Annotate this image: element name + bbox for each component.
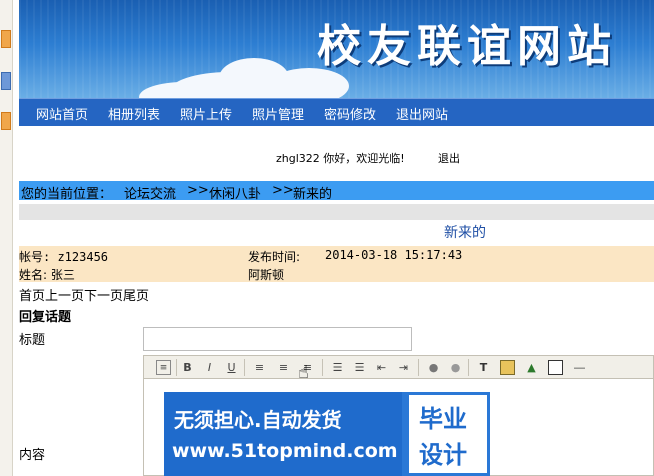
reply-title-input[interactable] [143, 327, 412, 351]
account-label: 帐号: z123456 [19, 250, 109, 264]
align-left-icon[interactable]: ≡ [252, 360, 267, 375]
unordered-list-icon[interactable]: ☰ [352, 360, 367, 375]
nav-home[interactable]: 网站首页 [36, 104, 88, 123]
badge-text: 毕业 [419, 405, 467, 433]
reply-heading: 回复话题 [19, 310, 72, 325]
breadcrumb-board[interactable]: 休闲八卦 [209, 183, 261, 202]
breadcrumb-forum[interactable]: 论坛交流 [124, 183, 176, 202]
italic-icon[interactable]: I [202, 360, 217, 375]
editor-toolbar: ≡ B I U ≡ ≡ ≡ ☰ ☰ ⇤ ⇥ ● ● T ▲ ― [143, 355, 654, 379]
breadcrumb-topic[interactable]: 新来的 [293, 183, 332, 202]
unlink-icon[interactable]: ● [448, 360, 463, 375]
post-info-row: 帐号: z123456 发布时间: 2014-03-18 15:17:43 [19, 246, 654, 264]
source-icon[interactable]: ≡ [156, 360, 171, 375]
breadcrumb-prefix: 您的当前位置： [21, 187, 113, 202]
nav-albums[interactable]: 相册列表 [108, 104, 160, 123]
breadcrumb: 您的当前位置： 论坛交流 >> 休闲八卦 >> 新来的 [19, 181, 654, 202]
nav-password[interactable]: 密码修改 [324, 104, 376, 123]
post-content-preview: 阿斯顿 [248, 268, 285, 282]
content-label: 内容 [19, 448, 46, 463]
flash-icon[interactable]: ▲ [524, 360, 539, 375]
pager[interactable]: 首页上一页下一页尾页 [19, 285, 149, 304]
ordered-list-icon[interactable]: ☰ [330, 360, 345, 375]
post-title: 新来的 [444, 225, 486, 241]
side-tab[interactable] [1, 30, 11, 48]
watermark-line1: 无须担心.自动发货 [174, 408, 342, 432]
watermark-line2: www.51topmind.com [172, 440, 398, 462]
nav-upload[interactable]: 照片上传 [180, 104, 232, 123]
time-value: 2014-03-18 15:17:43 [325, 248, 463, 262]
image-icon[interactable] [500, 360, 515, 375]
badge-text: 设计 [419, 441, 467, 469]
breadcrumb-sep: >> [272, 183, 294, 198]
breadcrumb-sep: >> [187, 183, 209, 198]
bold-icon[interactable]: B [180, 360, 195, 375]
watermark-overlay: 无须担心.自动发货 www.51topmind.com 毕业 设计 [164, 392, 490, 476]
main-nav: 网站首页 相册列表 照片上传 照片管理 密码修改 退出网站 [19, 98, 654, 126]
outdent-icon[interactable]: ⇤ [374, 360, 389, 375]
text-color-icon[interactable]: T [476, 360, 491, 375]
side-tab[interactable] [1, 72, 11, 90]
welcome-text: zhgl322 你好，欢迎光临! [276, 152, 405, 165]
logout-link[interactable]: 退出 [438, 150, 460, 166]
time-label: 发布时间: [248, 250, 301, 264]
title-label: 标题 [19, 333, 46, 348]
site-banner: 校友联谊网站 [19, 0, 654, 98]
divider-bar [19, 204, 654, 220]
link-icon[interactable]: ● [426, 360, 441, 375]
name-label: 姓名: 张三 [19, 268, 75, 282]
underline-icon[interactable]: U [224, 360, 239, 375]
site-title: 校友联谊网站 [317, 21, 617, 72]
watermark-badge: 毕业 设计 [406, 392, 490, 476]
hr-icon[interactable]: ― [572, 360, 587, 375]
indent-icon[interactable]: ⇥ [396, 360, 411, 375]
align-center-icon[interactable]: ≡ [276, 360, 291, 375]
post-info-row: 姓名: 张三 阿斯顿 [19, 264, 654, 282]
table-icon[interactable] [548, 360, 563, 375]
side-tab[interactable] [1, 112, 11, 130]
nav-photo-manage[interactable]: 照片管理 [252, 104, 304, 123]
side-panel-strip [0, 0, 13, 476]
nav-exit[interactable]: 退出网站 [396, 104, 448, 123]
